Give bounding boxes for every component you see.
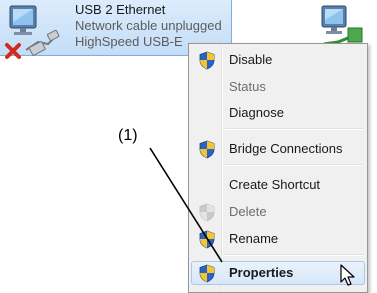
network-adapter-icon (5, 5, 60, 59)
menu-item-create-shortcut[interactable]: Create Shortcut (191, 173, 365, 197)
uac-shield-icon (199, 51, 215, 70)
menu-item-label: Properties (229, 265, 294, 280)
uac-shield-icon (199, 230, 215, 249)
menu-separator (225, 128, 363, 130)
network-adapter-icon[interactable] (318, 2, 372, 48)
callout-label: (1) (118, 127, 138, 144)
menu-item-label: Create Shortcut (229, 177, 321, 192)
adapter-status: Network cable unplugged (75, 18, 222, 33)
menu-item-label: Status (229, 79, 266, 94)
context-menu: Disable Status Diagnose Bridge Connectio… (188, 43, 368, 293)
menu-item-label: Disable (229, 52, 273, 67)
menu-item-diagnose[interactable]: Diagnose (191, 101, 365, 125)
mouse-pointer-icon (340, 264, 355, 286)
menu-item-delete: Delete (191, 200, 365, 224)
menu-item-bridge-connections[interactable]: Bridge Connections (191, 137, 365, 161)
menu-item-label: Rename (229, 231, 279, 246)
menu-item-label: Delete (229, 204, 267, 219)
uac-shield-icon (199, 140, 215, 159)
menu-separator (225, 254, 363, 256)
menu-item-rename[interactable]: Rename (191, 227, 365, 251)
menu-item-label: Bridge Connections (229, 141, 343, 156)
adapter-name: USB 2 Ethernet (75, 2, 166, 17)
red-x-disconnected-icon (5, 43, 21, 59)
menu-separator (225, 164, 363, 166)
uac-shield-icon (199, 203, 215, 222)
menu-item-disable[interactable]: Disable (191, 48, 365, 72)
menu-item-status: Status (191, 75, 365, 99)
menu-item-label: Diagnose (229, 105, 284, 120)
uac-shield-icon (199, 264, 215, 283)
